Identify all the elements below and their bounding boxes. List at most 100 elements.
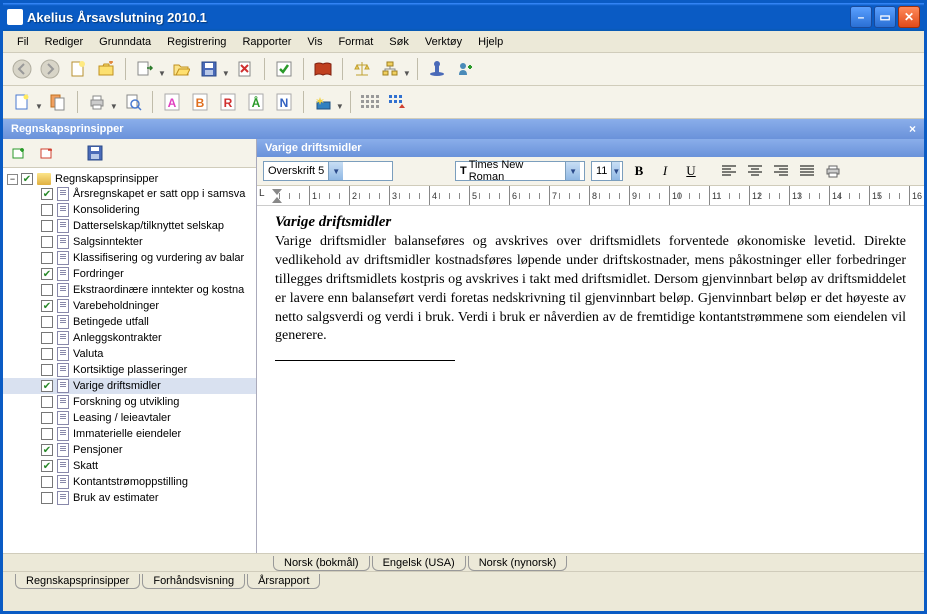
folder-open-button[interactable] xyxy=(168,56,194,82)
bold-button[interactable]: B xyxy=(629,161,649,181)
checkbox[interactable] xyxy=(41,492,53,504)
checkbox[interactable] xyxy=(41,412,53,424)
open-button[interactable] xyxy=(93,56,119,82)
expander-icon[interactable]: − xyxy=(7,174,18,185)
menu-rapporter[interactable]: Rapporter xyxy=(234,34,299,50)
print-editor-button[interactable] xyxy=(823,161,843,181)
main-tab[interactable]: Årsrapport xyxy=(247,574,320,589)
lang-tab[interactable]: Engelsk (USA) xyxy=(372,556,466,571)
align-center-button[interactable] xyxy=(745,161,765,181)
checkbox[interactable]: ✔ xyxy=(41,188,53,200)
checkbox[interactable] xyxy=(41,316,53,328)
tree-item[interactable]: Bruk av estimater xyxy=(3,490,256,506)
tree-item[interactable]: Datterselskap/tilknyttet selskap xyxy=(3,218,256,234)
checkbox[interactable]: ✔ xyxy=(41,268,53,280)
menu-vis[interactable]: Vis xyxy=(299,34,330,50)
scales-button[interactable] xyxy=(349,56,375,82)
check-button[interactable] xyxy=(271,56,297,82)
tree-item[interactable]: Leasing / leieavtaler xyxy=(3,410,256,426)
doc-copy-button[interactable] xyxy=(45,89,71,115)
tree-item[interactable]: Kortsiktige plasseringer xyxy=(3,362,256,378)
stamp-button[interactable] xyxy=(424,56,450,82)
checkbox[interactable] xyxy=(41,364,53,376)
checkbox[interactable] xyxy=(41,252,53,264)
tree-item[interactable]: ✔Årsregnskapet er satt opp i samsva xyxy=(3,186,256,202)
grid2-button[interactable] xyxy=(385,89,411,115)
checkbox[interactable] xyxy=(41,396,53,408)
tree-item[interactable]: Ekstraordinære inntekter og kostna xyxy=(3,282,256,298)
tree-item[interactable]: ✔Varige driftsmidler xyxy=(3,378,256,394)
forward-button[interactable] xyxy=(37,56,63,82)
align-right-button[interactable] xyxy=(771,161,791,181)
menu-format[interactable]: Format xyxy=(330,34,381,50)
checkbox[interactable]: ✔ xyxy=(41,300,53,312)
user-button[interactable] xyxy=(452,56,478,82)
checkbox[interactable] xyxy=(41,348,53,360)
remove-item-button[interactable] xyxy=(37,143,57,163)
align-justify-button[interactable] xyxy=(797,161,817,181)
tree-item[interactable]: Salgsinntekter xyxy=(3,234,256,250)
checkbox[interactable] xyxy=(41,332,53,344)
checkbox[interactable] xyxy=(41,236,53,248)
panel-close-button[interactable]: × xyxy=(909,122,916,136)
letter-n-button[interactable]: N xyxy=(271,89,297,115)
tree-item[interactable]: Valuta xyxy=(3,346,256,362)
document-body[interactable]: Varige driftsmidler Varige driftsmidler … xyxy=(257,206,924,553)
letter-a2-button[interactable]: Å xyxy=(243,89,269,115)
tree-item[interactable]: Forskning og utvikling xyxy=(3,394,256,410)
tree-item[interactable]: Betingede utfall xyxy=(3,314,256,330)
checkbox[interactable]: ✔ xyxy=(41,444,53,456)
preview-button[interactable] xyxy=(120,89,146,115)
checkbox[interactable]: ✔ xyxy=(21,173,33,185)
menu-verktøy[interactable]: Verktøy xyxy=(417,34,470,50)
book-button[interactable] xyxy=(310,56,336,82)
fontsize-dropdown[interactable]: 11▼ xyxy=(591,161,623,181)
tree-item[interactable]: Klassifisering og vurdering av balar xyxy=(3,250,256,266)
tree-item[interactable]: ✔Pensjoner xyxy=(3,442,256,458)
new-button[interactable] xyxy=(65,56,91,82)
main-tab[interactable]: Regnskapsprinsipper xyxy=(15,574,140,589)
tree-item[interactable]: Immaterielle eiendeler xyxy=(3,426,256,442)
tree-item[interactable]: Anleggskontrakter xyxy=(3,330,256,346)
save-tree-button[interactable] xyxy=(85,143,105,163)
tree-root[interactable]: −✔Regnskapsprinsipper xyxy=(3,172,256,186)
save-button[interactable] xyxy=(196,56,222,82)
lang-tab[interactable]: Norsk (bokmål) xyxy=(273,556,370,571)
letter-b-button[interactable]: B xyxy=(187,89,213,115)
checkbox[interactable]: ✔ xyxy=(41,460,53,472)
italic-button[interactable]: I xyxy=(655,161,675,181)
checkbox[interactable] xyxy=(41,284,53,296)
letter-r-button[interactable]: R xyxy=(215,89,241,115)
doc-new-button[interactable] xyxy=(9,89,35,115)
maximize-button[interactable]: ▭ xyxy=(874,6,896,28)
tree-item[interactable]: Konsolidering xyxy=(3,202,256,218)
grid1-button[interactable] xyxy=(357,89,383,115)
menu-hjelp[interactable]: Hjelp xyxy=(470,34,511,50)
menu-fil[interactable]: Fil xyxy=(9,34,37,50)
menu-grunndata[interactable]: Grunndata xyxy=(91,34,159,50)
back-button[interactable] xyxy=(9,56,35,82)
tree-item[interactable]: Kontantstrømoppstilling xyxy=(3,474,256,490)
checkbox[interactable]: ✔ xyxy=(41,380,53,392)
menu-registrering[interactable]: Registrering xyxy=(159,34,234,50)
font-dropdown[interactable]: TTimes New Roman▼ xyxy=(455,161,585,181)
close-button[interactable]: ✕ xyxy=(898,6,920,28)
letter-a-button[interactable]: A xyxy=(159,89,185,115)
style-dropdown[interactable]: Overskrift 5▼ xyxy=(263,161,393,181)
checkbox[interactable] xyxy=(41,204,53,216)
print-button[interactable] xyxy=(84,89,110,115)
delete-button[interactable] xyxy=(232,56,258,82)
underline-button[interactable]: U xyxy=(681,161,701,181)
wizard-button[interactable] xyxy=(310,89,336,115)
tree-item[interactable]: ✔Fordringer xyxy=(3,266,256,282)
main-tab[interactable]: Forhåndsvisning xyxy=(142,574,245,589)
add-item-button[interactable] xyxy=(9,143,29,163)
minimize-button[interactable]: – xyxy=(850,6,872,28)
export-button[interactable] xyxy=(132,56,158,82)
tree-item[interactable]: ✔Skatt xyxy=(3,458,256,474)
lang-tab[interactable]: Norsk (nynorsk) xyxy=(468,556,568,571)
checkbox[interactable] xyxy=(41,476,53,488)
org-button[interactable] xyxy=(377,56,403,82)
checkbox[interactable] xyxy=(41,428,53,440)
menu-søk[interactable]: Søk xyxy=(381,34,417,50)
